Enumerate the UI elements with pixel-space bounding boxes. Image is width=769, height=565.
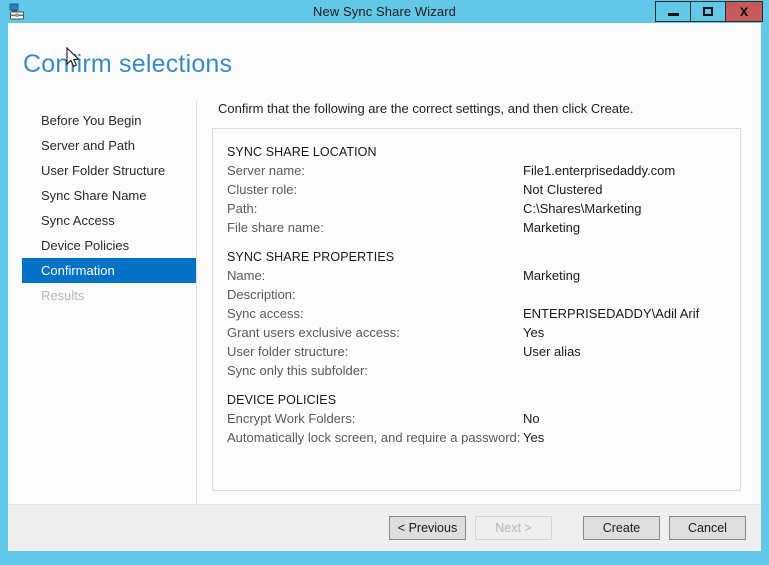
nav-content-divider bbox=[196, 101, 197, 505]
row-label: Sync only this subfolder: bbox=[227, 363, 368, 378]
maximize-button[interactable] bbox=[690, 1, 726, 22]
sidebar-item-before-you-begin[interactable]: Before You Begin bbox=[8, 108, 196, 133]
row-value: User alias bbox=[523, 342, 581, 361]
minimize-button[interactable] bbox=[655, 1, 691, 22]
sidebar-item-results: Results bbox=[8, 283, 196, 308]
intro-text: Confirm that the following are the corre… bbox=[218, 101, 746, 117]
footer-button-row: < Previous Next > Create Cancel bbox=[380, 516, 746, 540]
row-value: C:\Shares\Marketing bbox=[523, 199, 642, 218]
section-title: SYNC SHARE PROPERTIES bbox=[227, 250, 740, 264]
row-value: Marketing bbox=[523, 266, 580, 285]
summary-row: Name: Marketing bbox=[227, 266, 740, 285]
window-title: New Sync Share Wizard bbox=[0, 3, 769, 20]
section-title: SYNC SHARE LOCATION bbox=[227, 145, 740, 159]
row-label: File share name: bbox=[227, 220, 324, 235]
row-value: File1.enterprisedaddy.com bbox=[523, 161, 675, 180]
row-value: Not Clustered bbox=[523, 180, 602, 199]
summary-row: User folder structure: User alias bbox=[227, 342, 740, 361]
row-label: Path: bbox=[227, 201, 257, 216]
sidebar-item-device-policies[interactable]: Device Policies bbox=[8, 233, 196, 258]
row-value: Yes bbox=[523, 323, 544, 342]
close-button[interactable]: X bbox=[725, 1, 763, 22]
row-label: Encrypt Work Folders: bbox=[227, 411, 355, 426]
next-button: Next > bbox=[475, 516, 552, 540]
summary-row: Grant users exclusive access: Yes bbox=[227, 323, 740, 342]
window-controls: X bbox=[656, 1, 763, 22]
section-sync-share-properties: SYNC SHARE PROPERTIES Name: Marketing De… bbox=[227, 250, 740, 380]
summary-row: Sync access: ENTERPRISEDADDY\Adil Arif bbox=[227, 304, 740, 323]
row-label: Cluster role: bbox=[227, 182, 297, 197]
row-value: Marketing bbox=[523, 218, 580, 237]
sidebar-item-user-folder-structure[interactable]: User Folder Structure bbox=[8, 158, 196, 183]
section-title: DEVICE POLICIES bbox=[227, 393, 740, 407]
row-label: Sync access: bbox=[227, 306, 304, 321]
row-value: No bbox=[523, 409, 540, 428]
wizard-window: New Sync Share Wizard X Confirm selectio… bbox=[0, 0, 769, 565]
wizard-client-area: Confirm selections Before You Begin Serv… bbox=[8, 23, 761, 551]
summary-row: Path: C:\Shares\Marketing bbox=[227, 199, 740, 218]
sidebar-item-sync-share-name[interactable]: Sync Share Name bbox=[8, 183, 196, 208]
title-bar[interactable]: New Sync Share Wizard X bbox=[0, 0, 769, 23]
row-label: User folder structure: bbox=[227, 344, 348, 359]
summary-panel: SYNC SHARE LOCATION Server name: File1.e… bbox=[212, 128, 741, 491]
wizard-footer: < Previous Next > Create Cancel bbox=[8, 505, 761, 551]
cancel-button[interactable]: Cancel bbox=[669, 516, 746, 540]
sidebar-item-server-and-path[interactable]: Server and Path bbox=[8, 133, 196, 158]
row-label: Server name: bbox=[227, 163, 305, 178]
create-button[interactable]: Create bbox=[583, 516, 660, 540]
summary-row: Cluster role: Not Clustered bbox=[227, 180, 740, 199]
summary-row: Encrypt Work Folders: No bbox=[227, 409, 740, 428]
main-content: Confirm that the following are the corre… bbox=[212, 101, 746, 491]
section-sync-share-location: SYNC SHARE LOCATION Server name: File1.e… bbox=[227, 145, 740, 237]
summary-row: File share name: Marketing bbox=[227, 218, 740, 237]
summary-row: Description: bbox=[227, 285, 740, 304]
maximize-icon bbox=[703, 7, 713, 16]
summary-row: Sync only this subfolder: bbox=[227, 361, 740, 380]
minimize-icon bbox=[668, 13, 679, 16]
row-label: Description: bbox=[227, 287, 296, 302]
row-label: Automatically lock screen, and require a… bbox=[227, 430, 520, 445]
row-value: ENTERPRISEDADDY\Adil Arif bbox=[523, 304, 699, 323]
row-value: Yes bbox=[523, 428, 544, 447]
page-title: Confirm selections bbox=[23, 50, 232, 79]
summary-row: Automatically lock screen, and require a… bbox=[227, 428, 740, 447]
wizard-step-nav: Before You Begin Server and Path User Fo… bbox=[8, 108, 196, 308]
summary-row: Server name: File1.enterprisedaddy.com bbox=[227, 161, 740, 180]
section-device-policies: DEVICE POLICIES Encrypt Work Folders: No… bbox=[227, 393, 740, 447]
row-label: Name: bbox=[227, 268, 265, 283]
sidebar-item-sync-access[interactable]: Sync Access bbox=[8, 208, 196, 233]
previous-button[interactable]: < Previous bbox=[389, 516, 466, 540]
row-label: Grant users exclusive access: bbox=[227, 325, 400, 340]
sidebar-item-confirmation[interactable]: Confirmation bbox=[22, 258, 196, 283]
